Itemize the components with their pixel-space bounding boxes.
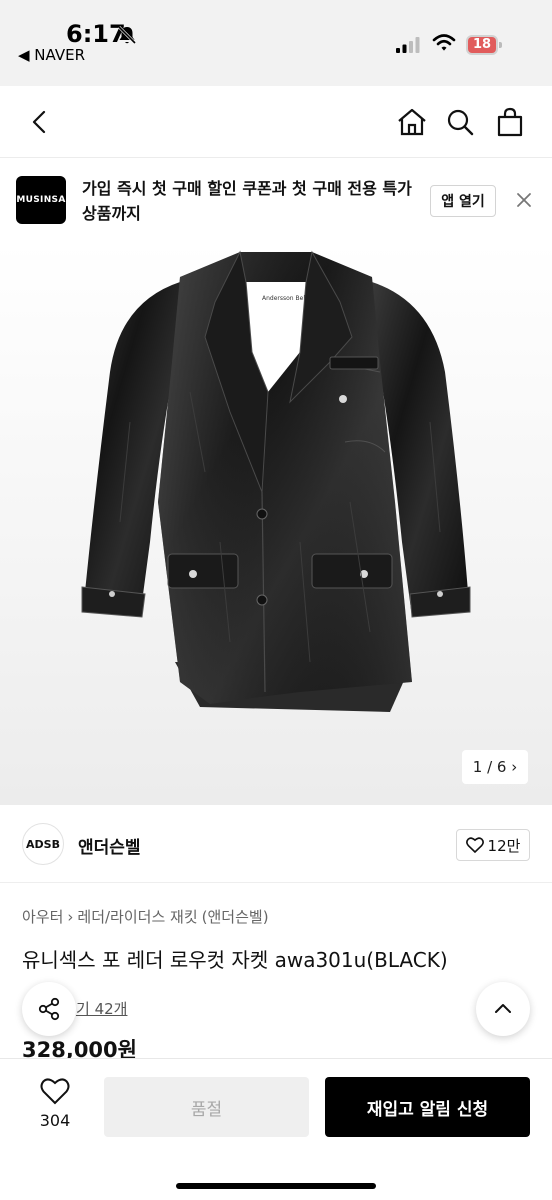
breadcrumb-brand[interactable]: (앤더슨벨) (202, 908, 269, 926)
review-link[interactable]: 기 42개 (76, 998, 127, 1019)
battery-level: 18 (472, 37, 492, 52)
battery-indicator: 18 (466, 35, 502, 55)
brand-name[interactable]: 앤더슨벨 (78, 833, 141, 858)
shopping-bag-icon[interactable] (494, 106, 526, 138)
breadcrumb-outer[interactable]: 아우터 (22, 908, 63, 926)
brand-like-button[interactable]: 12만 (456, 829, 530, 861)
share-icon (38, 997, 60, 1021)
chevron-up-icon (495, 1004, 511, 1013)
image-counter[interactable]: 1 / 6 › (462, 750, 528, 784)
jacket-tag-text: Andersson Bell (262, 295, 307, 302)
search-icon[interactable] (444, 106, 476, 138)
brand-logo[interactable]: ADSB (22, 823, 64, 865)
wishlist-count: 304 (39, 1111, 71, 1130)
open-app-button[interactable]: 앱 열기 (430, 185, 496, 217)
wifi-icon (432, 34, 456, 51)
banner-promo-text: 가입 즉시 첫 구매 할인 쿠폰과 첫 구매 전용 특가 상품까지 (82, 179, 412, 223)
scroll-top-button[interactable] (476, 982, 530, 1036)
bottom-action-bar: 304 품절 재입고 알림 신청 (0, 1058, 552, 1200)
home-icon[interactable] (396, 106, 428, 138)
home-indicator (176, 1183, 376, 1189)
bell-muted-icon (117, 25, 137, 45)
breadcrumb: 아우터 › 레더/라이더스 재킷 (앤더슨벨) (22, 906, 273, 927)
app-install-banner: MUSINSA 가입 즉시 첫 구매 할인 쿠폰과 첫 구매 전용 특가 상품까… (0, 158, 552, 242)
product-title: 유니섹스 포 레더 로우컷 자켓 awa301u(BLACK) (22, 948, 448, 972)
back-to-naver[interactable]: ◀ NAVER (18, 46, 85, 64)
back-icon[interactable] (24, 106, 56, 138)
musinsa-logo: MUSINSA (16, 176, 66, 224)
wishlist-button[interactable]: 304 (22, 1077, 88, 1141)
product-image[interactable]: Andersson Bell (0, 242, 552, 805)
signal-icon (396, 37, 420, 53)
close-icon[interactable] (514, 190, 534, 210)
restock-alert-button[interactable]: 재입고 알림 신청 (325, 1077, 530, 1137)
breadcrumb-leather-jacket[interactable]: 레더/라이더스 재킷 (77, 908, 197, 926)
top-nav (0, 86, 552, 158)
heart-icon (465, 837, 484, 853)
share-button[interactable] (22, 982, 76, 1036)
brand-like-count: 12만 (487, 836, 521, 855)
soldout-button[interactable]: 품절 (104, 1077, 309, 1137)
breadcrumb-separator: › (67, 908, 74, 926)
heart-icon (40, 1078, 70, 1105)
status-bar: 6:17 ◀ NAVER 18 (0, 0, 552, 86)
brand-row: ADSB 앤더슨벨 12만 (0, 805, 552, 883)
leather-jacket-image: Andersson Bell (81, 250, 471, 712)
